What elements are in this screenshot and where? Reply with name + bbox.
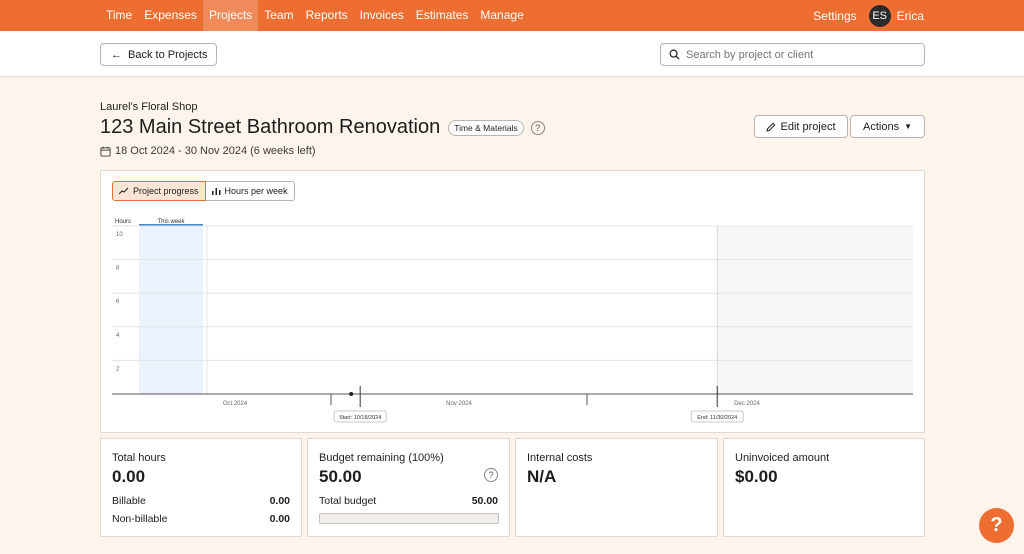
actions-dropdown[interactable]: Actions ▼ bbox=[850, 115, 925, 138]
calendar-icon bbox=[100, 146, 111, 157]
chevron-down-icon: ▼ bbox=[904, 122, 912, 131]
top-navigation: Time Expenses Projects Team Reports Invoices E… bbox=[0, 0, 1024, 31]
internal-costs-card: Internal costs N/A bbox=[515, 438, 718, 537]
settings-link[interactable]: Settings bbox=[813, 9, 856, 23]
help-button[interactable]: ? bbox=[979, 508, 1014, 543]
total-hours-card: Total hours 0.00 Billable 0.00 Non-billa… bbox=[100, 438, 302, 537]
nonbillable-value: 0.00 bbox=[269, 513, 290, 525]
edit-project-button[interactable]: Edit project bbox=[754, 115, 848, 138]
title-row: 123 Main Street Bathroom Renovation Time… bbox=[100, 116, 545, 139]
end-date-label: End: 11/30/2024 bbox=[697, 415, 737, 421]
question-icon[interactable]: ? bbox=[484, 468, 498, 482]
uninvoiced-label: Uninvoiced amount bbox=[735, 452, 830, 464]
arrow-left-icon: ← bbox=[111, 48, 122, 61]
y-tick-label: 6 bbox=[116, 299, 120, 305]
nav-item-time[interactable]: Time bbox=[100, 0, 138, 31]
uninvoiced-value: $0.00 bbox=[735, 467, 778, 486]
chart-card: This week Hours 2 4 6 8 10 Oct 2024 Nov 2024 Dec … bbox=[100, 170, 925, 433]
search-input[interactable] bbox=[686, 48, 906, 61]
x-tick-label: Dec 2024 bbox=[734, 401, 760, 407]
bar-chart-icon bbox=[211, 188, 221, 195]
nav-item-manage[interactable]: Manage bbox=[474, 0, 529, 31]
search-box bbox=[660, 43, 925, 66]
budget-remaining-label: Budget remaining (100%) bbox=[319, 452, 444, 464]
x-tick-label: Nov 2024 bbox=[446, 401, 472, 407]
nav-item-estimates[interactable]: Estimates bbox=[410, 0, 475, 31]
actions-label: Actions bbox=[863, 120, 900, 133]
y-tick-label: 2 bbox=[116, 366, 120, 372]
back-to-projects-button[interactable]: ← Back to Projects bbox=[100, 43, 217, 66]
total-budget-label: Total budget bbox=[319, 495, 377, 507]
project-progress-chart: This week Hours 2 4 6 8 10 Oct 2024 Nov 2024 Dec … bbox=[112, 219, 913, 423]
hours-tab-label: Hours per week bbox=[224, 186, 288, 196]
y-axis-title: Hours bbox=[115, 219, 131, 225]
uninvoiced-card: Uninvoiced amount $0.00 bbox=[723, 438, 925, 537]
edit-label: Edit project bbox=[780, 120, 836, 133]
hours-per-week-tab[interactable]: Hours per week bbox=[205, 181, 295, 201]
internal-costs-label: Internal costs bbox=[527, 452, 593, 464]
project-dates: 18 Oct 2024 - 30 Nov 2024 (6 weeks left) bbox=[100, 145, 316, 157]
avatar[interactable]: ES bbox=[868, 4, 891, 27]
pencil-icon bbox=[766, 122, 776, 132]
billable-label: Billable bbox=[112, 495, 146, 507]
y-tick-label: 4 bbox=[116, 333, 120, 339]
x-tick-label: Oct 2024 bbox=[223, 401, 248, 407]
project-type-badge: Time & Materials bbox=[448, 119, 524, 136]
dates-text: 18 Oct 2024 - 30 Nov 2024 (6 weeks left) bbox=[115, 145, 316, 157]
nonbillable-label: Non-billable bbox=[112, 513, 168, 525]
nav-item-reports[interactable]: Reports bbox=[300, 0, 354, 31]
page-title: 123 Main Street Bathroom Renovation bbox=[100, 116, 441, 138]
sub-header: ← Back to Projects bbox=[0, 31, 1024, 77]
chart-toggle: Project progress Hours per week bbox=[112, 181, 295, 201]
data-point bbox=[349, 392, 354, 396]
nav-item-team[interactable]: Team bbox=[258, 0, 299, 31]
total-hours-label: Total hours bbox=[112, 452, 166, 464]
y-tick-label: 10 bbox=[116, 232, 123, 238]
nav-item-invoices[interactable]: Invoices bbox=[354, 0, 410, 31]
start-date-label: Start: 10/18/2024 bbox=[339, 415, 381, 421]
billable-value: 0.00 bbox=[269, 495, 290, 507]
trend-line-icon bbox=[119, 187, 129, 195]
budget-remaining-value: 50.00 bbox=[319, 467, 362, 486]
user-menu[interactable]: Erica bbox=[897, 9, 924, 23]
client-name: Laurel's Floral Shop bbox=[100, 101, 198, 113]
total-hours-value: 0.00 bbox=[112, 467, 146, 486]
budget-card: Budget remaining (100%) 50.00 ? Total bu… bbox=[307, 438, 510, 537]
nav-item-projects[interactable]: Projects bbox=[202, 0, 259, 31]
main-nav: Time Expenses Projects Team Reports Invoices E… bbox=[100, 0, 530, 31]
this-week-label: This week bbox=[157, 219, 185, 225]
progress-tab-label: Project progress bbox=[133, 186, 199, 196]
question-icon[interactable]: ? bbox=[530, 120, 545, 135]
budget-progress-bar bbox=[319, 513, 499, 524]
internal-costs-value: N/A bbox=[527, 467, 557, 486]
total-budget-value: 50.00 bbox=[471, 495, 498, 507]
post-end-region bbox=[717, 226, 913, 394]
project-progress-tab[interactable]: Project progress bbox=[112, 181, 206, 201]
nav-right: Settings ES Erica bbox=[813, 0, 924, 31]
search-icon bbox=[669, 49, 680, 60]
back-label: Back to Projects bbox=[128, 48, 208, 61]
y-tick-label: 8 bbox=[116, 266, 120, 272]
nav-item-expenses[interactable]: Expenses bbox=[138, 0, 203, 31]
this-week-band bbox=[139, 226, 203, 394]
